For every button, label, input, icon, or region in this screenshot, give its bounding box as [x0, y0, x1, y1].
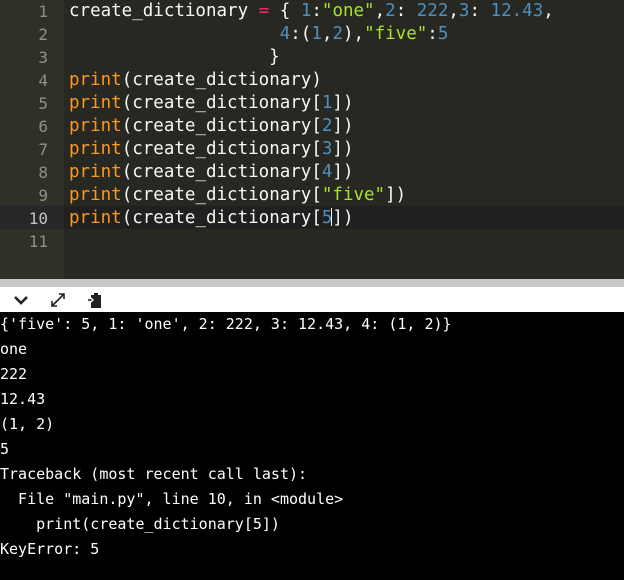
code-token: (create_dictionary[: [121, 93, 322, 113]
code-line[interactable]: print(create_dictionary[5]): [69, 207, 354, 230]
console-line: print(create_dictionary[5]): [0, 515, 280, 533]
code-token: :: [395, 1, 417, 21]
line-number: 5: [38, 94, 48, 113]
code-token: print: [69, 116, 122, 136]
code-token: 1: [321, 93, 333, 113]
code-token: 5: [437, 24, 449, 44]
code-token: 1: [311, 24, 322, 44]
code-token: ]): [332, 116, 354, 136]
code-token: 12.43: [490, 1, 544, 21]
code-token: (create_dictionary[: [121, 116, 322, 136]
line-number: 1: [38, 2, 48, 21]
console-line: File "main.py", line 10, in <module>: [0, 490, 344, 508]
code-token: print: [69, 208, 122, 228]
code-token: ,: [321, 24, 333, 44]
clipboard-icon: [88, 293, 101, 308]
code-token: ,: [374, 1, 386, 21]
code-token: ]): [332, 93, 354, 113]
code-token: =: [258, 1, 270, 21]
code-editor[interactable]: 1 2 3 4 5 6 7 8 9 10 11 create_dictionary = { 1:"o…: [0, 0, 624, 279]
code-token: 2: [385, 1, 396, 21]
code-line[interactable]: print(create_dictionary[1]): [69, 92, 354, 115]
code-token: print: [69, 70, 122, 90]
line-number: 10: [28, 209, 48, 228]
code-token: 3: [321, 139, 333, 159]
code-line[interactable]: print(create_dictionary[3]): [69, 138, 354, 161]
console-line: (1, 2): [0, 415, 55, 433]
line-number: 3: [38, 48, 48, 67]
copy-output-button[interactable]: [84, 289, 106, 311]
code-line[interactable]: print(create_dictionary[4]): [69, 161, 354, 184]
console-line: 5: [0, 440, 10, 458]
code-token: (create_dictionary[: [121, 162, 322, 182]
code-token: ,: [543, 1, 554, 21]
code-token: 2: [332, 24, 343, 44]
code-token: (create_dictionary[: [121, 139, 322, 159]
code-token: ]): [385, 185, 407, 205]
console-line: Traceback (most recent call last):: [0, 465, 308, 483]
code-token: 2: [321, 116, 333, 136]
console-toolbar: [0, 287, 624, 312]
code-token: {: [269, 1, 301, 21]
code-token: }: [69, 47, 280, 67]
code-token: ]): [332, 162, 354, 182]
line-number: 2: [38, 25, 48, 44]
code-line[interactable]: print(create_dictionary["five"]): [69, 184, 406, 207]
code-line[interactable]: }: [69, 46, 280, 69]
code-token: :: [311, 1, 322, 21]
code-line[interactable]: 4:(1,2),"five":5: [69, 23, 449, 46]
expand-button[interactable]: [47, 289, 69, 311]
console-line: {'five': 5, 1: 'one', 2: 222, 3: 12.43, …: [0, 315, 452, 333]
code-token: print: [69, 162, 122, 182]
code-token: print: [69, 185, 122, 205]
code-token: ),: [342, 24, 365, 44]
code-line[interactable]: print(create_dictionary[2]): [69, 115, 354, 138]
console-line: KeyError: 5: [0, 540, 100, 558]
code-token: :: [427, 24, 438, 44]
code-token: ]): [332, 208, 354, 228]
line-number: 7: [38, 140, 48, 159]
code-token: ]): [332, 139, 354, 159]
code-line[interactable]: create_dictionary = { 1:"one",2: 222,3: …: [69, 0, 554, 23]
code-token: (create_dictionary): [121, 70, 322, 90]
line-number: 11: [28, 232, 48, 251]
line-number: 4: [38, 71, 48, 90]
code-token: :(: [290, 24, 312, 44]
code-token: (create_dictionary[: [121, 208, 322, 228]
code-token: print: [69, 93, 122, 113]
code-token: "five": [321, 185, 386, 205]
console-line: 222: [0, 365, 28, 383]
console-line: one: [0, 340, 28, 358]
code-token: (create_dictionary[: [121, 185, 322, 205]
code-token: "five": [364, 24, 428, 44]
code-token: 3: [458, 1, 470, 21]
chevron-down-icon: [14, 296, 28, 305]
line-number: 8: [38, 163, 48, 182]
code-token: 4: [279, 24, 291, 44]
code-token: print: [69, 139, 122, 159]
code-token: create_dictionary: [69, 1, 259, 21]
code-token: "one": [321, 1, 375, 21]
code-token: 1: [300, 1, 312, 21]
code-token: ,: [448, 1, 459, 21]
line-number: 9: [38, 186, 48, 205]
code-line[interactable]: print(create_dictionary): [69, 69, 322, 92]
console-output: {'five': 5, 1: 'one', 2: 222, 3: 12.43, …: [0, 312, 624, 580]
panel-divider[interactable]: [0, 279, 624, 287]
code-token: :: [469, 1, 491, 21]
collapse-button[interactable]: [10, 289, 32, 311]
code-token: 4: [321, 162, 333, 182]
expand-icon: [51, 293, 65, 307]
console-line: 12.43: [0, 390, 46, 408]
line-number: 6: [38, 117, 48, 136]
code-token: 222: [416, 1, 449, 21]
